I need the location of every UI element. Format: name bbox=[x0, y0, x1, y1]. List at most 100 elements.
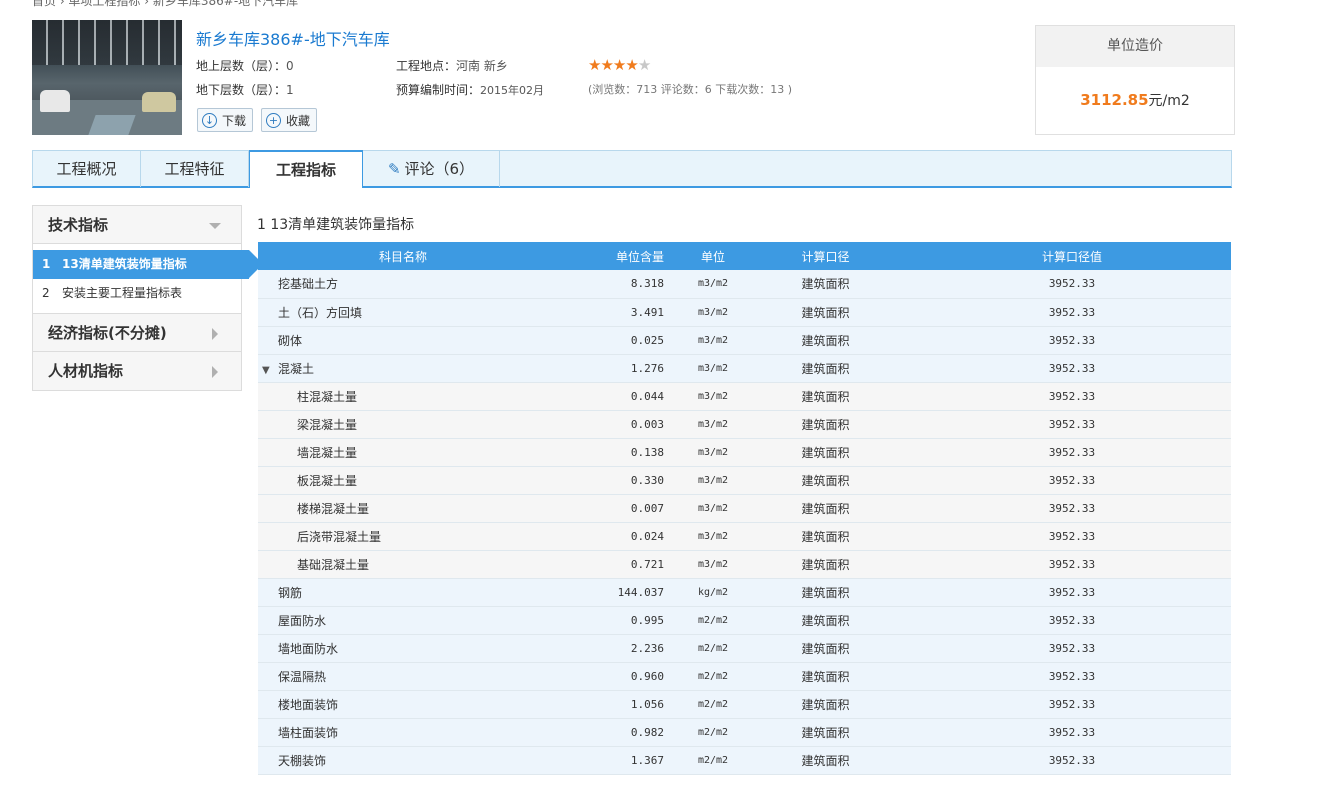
star-empty-icon: ★ bbox=[637, 56, 651, 74]
tab-overview[interactable]: 工程概况 bbox=[33, 151, 141, 187]
above-ground-value: 0 bbox=[286, 59, 294, 73]
sidebar-item-install[interactable]: 2 安装主要工程量指标表 bbox=[33, 279, 241, 308]
cell-name: 楼地面装饰 bbox=[258, 690, 548, 719]
cell-unit: m2/m2 bbox=[668, 662, 758, 691]
sidebar-econ-header[interactable]: 经济指标(不分摊) bbox=[33, 314, 241, 352]
location-value: 河南 新乡 bbox=[456, 59, 508, 73]
cell-value-text: 3952.33 bbox=[1048, 277, 1096, 291]
table-header-row: 科目名称 单位含量 单位 计算口径 计算口径值 bbox=[258, 242, 1231, 270]
cell-value-text: 3952.33 bbox=[1048, 529, 1096, 543]
cell-qty: 0.025 bbox=[548, 326, 668, 355]
cell-unit-text: m3/m2 bbox=[697, 278, 729, 290]
tab-indicators[interactable]: 工程指标 bbox=[249, 150, 363, 188]
cell-name-text: 柱混凝土量 bbox=[297, 389, 358, 404]
cell-qty: 0.044 bbox=[548, 382, 668, 411]
location-label: 工程地点： bbox=[396, 59, 457, 73]
cell-basis: 建筑面积 bbox=[758, 298, 893, 327]
cell-unit: m2/m2 bbox=[668, 690, 758, 719]
cell-qty-text: 0.024 bbox=[630, 529, 664, 543]
favorite-button[interactable]: + 收藏 bbox=[261, 108, 318, 132]
cell-unit: m3/m2 bbox=[668, 382, 758, 411]
cell-name: 板混凝土量 bbox=[258, 466, 548, 495]
cell-qty-text: 3.491 bbox=[630, 305, 664, 319]
section-title: 1 13清单建筑装饰量指标 bbox=[257, 217, 415, 233]
cell-qty-text: 1.056 bbox=[630, 697, 664, 711]
cell-basis: 建筑面积 bbox=[758, 354, 893, 383]
table-row: 墙地面防水 2.236 m2/m2 建筑面积 3952.33 bbox=[258, 634, 1231, 663]
cell-basis: 建筑面积 bbox=[758, 326, 893, 355]
project-thumbnail[interactable] bbox=[32, 20, 182, 135]
cell-value: 3952.33 bbox=[893, 270, 1231, 299]
cell-name: 墙混凝土量 bbox=[258, 438, 548, 467]
sidebar-labor-header[interactable]: 人材机指标 bbox=[33, 352, 241, 390]
cell-value-text: 3952.33 bbox=[1048, 361, 1096, 375]
cell-value-text: 3952.33 bbox=[1048, 585, 1096, 599]
table-row: 屋面防水 0.995 m2/m2 建筑面积 3952.33 bbox=[258, 606, 1231, 635]
cell-value-text: 3952.33 bbox=[1048, 753, 1096, 767]
cell-name-text: 砌体 bbox=[278, 333, 303, 348]
cell-value: 3952.33 bbox=[893, 382, 1231, 411]
sidebar-item-label: 安装主要工程量指标表 bbox=[62, 286, 183, 300]
cell-unit: m3/m2 bbox=[668, 298, 758, 327]
chevron-right-icon bbox=[212, 366, 218, 378]
cell-name: 钢筋 bbox=[258, 578, 548, 607]
table-row: 天棚装饰 1.367 m2/m2 建筑面积 3952.33 bbox=[258, 746, 1231, 775]
cell-value: 3952.33 bbox=[893, 438, 1231, 467]
thumbnail-car bbox=[142, 92, 176, 112]
cell-basis: 建筑面积 bbox=[758, 718, 893, 747]
cell-unit-text: m3/m2 bbox=[697, 418, 729, 430]
cell-basis: 建筑面积 bbox=[758, 522, 893, 551]
table-row: 挖基础土方 8.318 m3/m2 建筑面积 3952.33 bbox=[258, 270, 1231, 299]
cell-basis: 建筑面积 bbox=[758, 494, 893, 523]
cell-unit-text: m3/m2 bbox=[697, 306, 729, 318]
sidebar-tech-header[interactable]: 技术指标 bbox=[33, 206, 241, 244]
cell-unit: m2/m2 bbox=[668, 634, 758, 663]
cell-unit: m2/m2 bbox=[668, 718, 758, 747]
download-button[interactable]: ↓ 下载 bbox=[197, 108, 254, 132]
cell-unit-text: m3/m2 bbox=[697, 390, 729, 402]
cell-name: 楼梯混凝土量 bbox=[258, 494, 548, 523]
cell-value: 3952.33 bbox=[893, 578, 1231, 607]
chevron-right-icon bbox=[212, 328, 218, 340]
cell-unit: m3/m2 bbox=[668, 326, 758, 355]
cell-unit: m3/m2 bbox=[668, 550, 758, 579]
tab-features[interactable]: 工程特征 bbox=[141, 151, 249, 187]
star-filled-icon: ★ bbox=[600, 56, 613, 74]
cell-value-text: 3952.33 bbox=[1048, 641, 1096, 655]
cell-value: 3952.33 bbox=[893, 550, 1231, 579]
cell-basis-text: 建筑面积 bbox=[801, 389, 850, 404]
caret-down-icon[interactable]: ▼ bbox=[262, 365, 278, 376]
cell-name-text: 土（石）方回填 bbox=[278, 305, 363, 320]
cell-name: 墙柱面装饰 bbox=[258, 718, 548, 747]
cell-name: 天棚装饰 bbox=[258, 746, 548, 775]
cell-unit-text: kg/m2 bbox=[697, 586, 729, 598]
cell-value-text: 3952.33 bbox=[1048, 445, 1096, 459]
breadcrumb[interactable]: 首页 › 单项工程指标 › 新乡车库386#-地下汽车库 bbox=[32, 0, 298, 9]
cell-name-text: 楼梯混凝土量 bbox=[297, 501, 370, 516]
cell-qty-text: 8.318 bbox=[630, 277, 664, 291]
table-row[interactable]: ▼ 混凝土 1.276 m3/m2 建筑面积 3952.33 bbox=[258, 354, 1231, 383]
budget-date: 预算编制时间：2015年02月 bbox=[396, 81, 544, 98]
table-row: 后浇带混凝土量 0.024 m3/m2 建筑面积 3952.33 bbox=[258, 522, 1231, 551]
cell-unit-text: m2/m2 bbox=[697, 614, 729, 626]
above-ground-floors: 地上层数（层）：0 bbox=[196, 57, 294, 74]
cell-value-text: 3952.33 bbox=[1048, 557, 1096, 571]
tab-comments[interactable]: ✎ 评论（6） bbox=[363, 151, 500, 187]
sidebar-item-qingdan[interactable]: 1 13清单建筑装饰量指标 bbox=[33, 250, 263, 279]
cell-basis-text: 建筑面积 bbox=[801, 753, 850, 768]
cell-unit-text: m2/m2 bbox=[697, 754, 729, 766]
cell-name-text: 墙柱面装饰 bbox=[278, 725, 339, 740]
cell-unit: kg/m2 bbox=[668, 578, 758, 607]
cell-basis: 建筑面积 bbox=[758, 662, 893, 691]
cell-value: 3952.33 bbox=[893, 746, 1231, 775]
project-title[interactable]: 新乡车库386#-地下汽车库 bbox=[196, 26, 390, 50]
tab-comments-label: 评论（6） bbox=[404, 160, 475, 178]
cell-name: 屋面防水 bbox=[258, 606, 548, 635]
cell-name: ▼ 混凝土 bbox=[258, 354, 548, 383]
cell-name-text: 楼地面装饰 bbox=[278, 697, 339, 712]
project-stats: (浏览数：713 评论数：6 下载次数：13 ) bbox=[588, 83, 793, 96]
cell-basis: 建筑面积 bbox=[758, 270, 893, 299]
cell-value: 3952.33 bbox=[893, 466, 1231, 495]
cell-value-text: 3952.33 bbox=[1048, 613, 1096, 627]
cell-value: 3952.33 bbox=[893, 690, 1231, 719]
